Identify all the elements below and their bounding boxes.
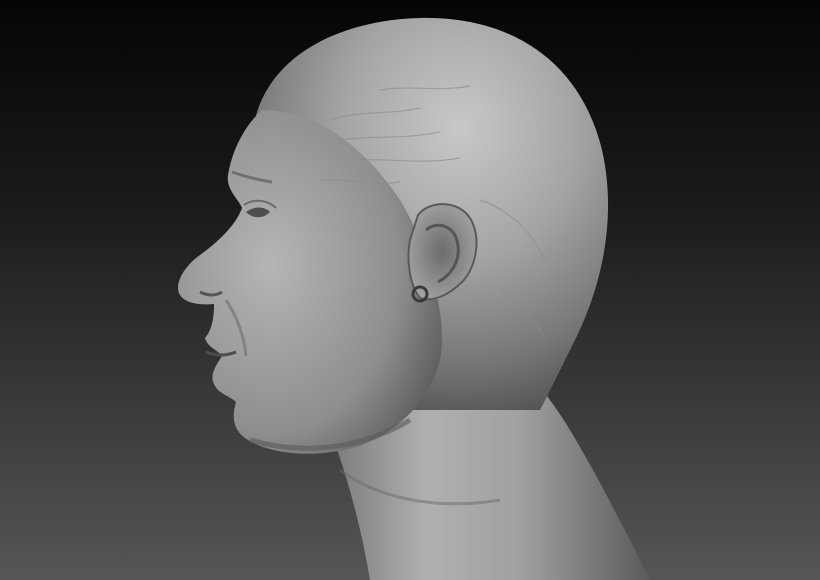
sculpted-head-render bbox=[178, 17, 650, 580]
render-viewport bbox=[0, 0, 820, 580]
